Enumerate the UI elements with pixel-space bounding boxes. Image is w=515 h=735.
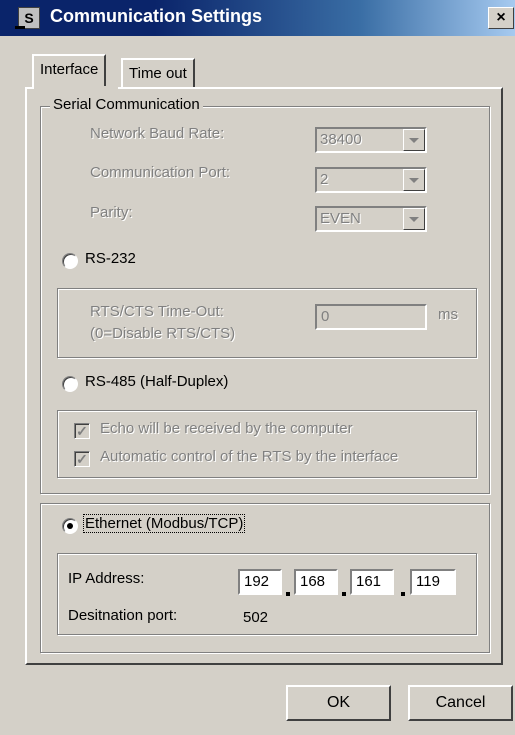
baud-rate-label: Network Baud Rate: <box>90 125 225 142</box>
ethernet-label[interactable]: Ethernet (Modbus/TCP) <box>82 514 246 533</box>
ethernet-label-text: Ethernet (Modbus/TCP) <box>82 514 246 533</box>
baud-rate-select[interactable]: 38400 <box>315 127 427 153</box>
ip-address-label: IP Address: <box>68 570 145 587</box>
tab-interface[interactable]: Interface <box>32 54 107 88</box>
ip-octet-1[interactable]: 192 <box>238 569 282 595</box>
destination-port-value: 502 <box>243 609 269 626</box>
ok-button[interactable]: OK <box>286 685 391 721</box>
rs485-radio[interactable] <box>62 376 78 392</box>
communication-port-select[interactable]: 2 <box>315 167 427 193</box>
communication-port-label: Communication Port: <box>90 164 231 181</box>
tab-time-out[interactable]: Time out <box>121 58 195 88</box>
dialog-window: S Communication Settings × Interface Tim… <box>0 0 515 735</box>
rs232-label[interactable]: RS-232 <box>85 250 136 267</box>
ip-octet-4[interactable]: 119 <box>410 569 456 595</box>
parity-select[interactable]: EVEN <box>315 206 427 232</box>
communication-port-value: 2 <box>320 171 329 188</box>
close-button[interactable]: × <box>488 7 514 29</box>
chevron-down-icon[interactable] <box>403 169 425 191</box>
serial-group-label: Serial Communication <box>50 96 203 113</box>
ip-separator <box>342 592 346 596</box>
echo-checkbox[interactable]: ✓ <box>74 423 90 439</box>
cancel-button[interactable]: Cancel <box>408 685 513 721</box>
rs485-label[interactable]: RS-485 (Half-Duplex) <box>85 373 228 390</box>
auto-rts-label: Automatic control of the RTS by the inte… <box>100 448 399 465</box>
parity-label: Parity: <box>90 204 133 221</box>
parity-value: EVEN <box>320 210 361 227</box>
ethernet-radio[interactable] <box>62 518 78 534</box>
baud-rate-value: 38400 <box>320 131 362 148</box>
ip-separator <box>286 592 290 596</box>
rts-timeout-label: RTS/CTS Time-Out: <box>90 303 224 320</box>
rts-timeout-input[interactable]: 0 <box>315 304 427 330</box>
ip-separator <box>401 592 405 596</box>
app-icon-stem <box>15 26 25 29</box>
ip-octet-3[interactable]: 161 <box>350 569 394 595</box>
title-bar[interactable]: S Communication Settings × <box>0 0 515 36</box>
echo-label: Echo will be received by the computer <box>100 420 353 437</box>
ip-octet-2[interactable]: 168 <box>294 569 338 595</box>
rs232-radio[interactable] <box>62 253 78 269</box>
tab-join <box>34 86 118 89</box>
window-title: Communication Settings <box>50 6 263 26</box>
chevron-down-icon[interactable] <box>403 129 425 151</box>
auto-rts-checkbox[interactable]: ✓ <box>74 451 90 467</box>
destination-port-label: Desitnation port: <box>68 607 178 624</box>
chevron-down-icon[interactable] <box>403 208 425 230</box>
rts-timeout-hint: (0=Disable RTS/CTS) <box>90 325 236 342</box>
rts-unit-label: ms <box>438 306 458 323</box>
